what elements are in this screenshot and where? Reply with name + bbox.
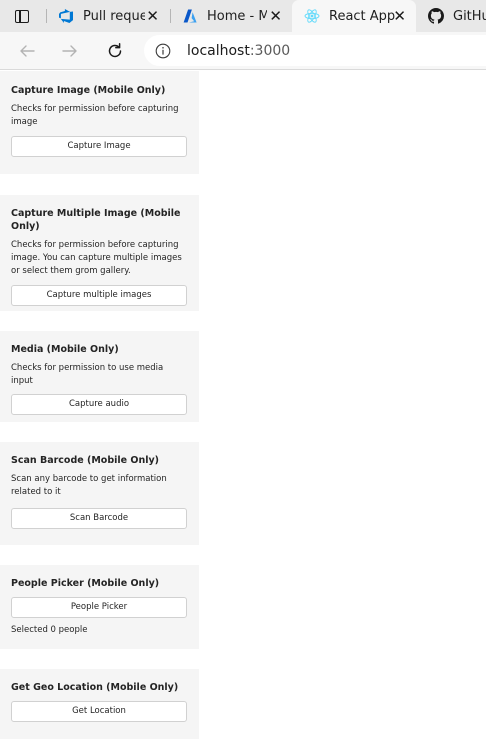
tab-react-app[interactable]: React App ✕ [292, 0, 416, 32]
card-title: Capture Image (Mobile Only) [11, 85, 166, 96]
people-picker-button[interactable]: People Picker [11, 597, 187, 618]
azure-devops-icon [58, 8, 74, 24]
tab-github[interactable]: GitHub [416, 0, 486, 32]
capture-multiple-image-card: Capture Multiple Image (Mobile Only) Che… [0, 195, 199, 311]
tab-title: Pull reque [83, 8, 145, 24]
back-arrow-icon [20, 45, 35, 57]
tab-title: Home - Mi [207, 8, 267, 24]
tab-home[interactable]: Home - Mi ✕ [170, 0, 292, 32]
card-description: Checks for permission to use media input [11, 363, 164, 386]
scan-barcode-card: Scan Barcode (Mobile Only) Scan any barc… [0, 442, 199, 545]
media-card: Media (Mobile Only) Checks for permissio… [0, 331, 199, 422]
capture-image-button[interactable]: Capture Image [11, 136, 187, 157]
react-icon [304, 8, 320, 24]
tab-pull-request[interactable]: Pull reque ✕ [46, 0, 169, 32]
close-tab-icon[interactable]: ✕ [146, 8, 159, 24]
card-title: People Picker (Mobile Only) [11, 578, 160, 589]
url-port: :3000 [249, 42, 291, 59]
url-host: localhost [187, 42, 250, 59]
tab-actions-icon [15, 9, 29, 23]
close-tab-icon[interactable]: ✕ [269, 8, 282, 24]
card-description: Checks for permission before capturing i… [11, 240, 182, 276]
github-icon [428, 8, 444, 24]
people-picker-card: People Picker (Mobile Only) People Picke… [0, 565, 199, 649]
back-button[interactable] [15, 39, 39, 63]
site-info-icon[interactable] [155, 43, 171, 59]
tab-actions-button[interactable] [0, 0, 44, 32]
tab-title: GitHub [453, 8, 486, 24]
refresh-icon [108, 43, 122, 58]
address-bar[interactable]: localhost:3000 [144, 35, 486, 66]
browser-toolbar: localhost:3000 [0, 32, 486, 70]
tab-strip: Pull reque ✕ Home - Mi ✕ React App ✕ Git… [0, 0, 486, 32]
card-title: Get Geo Location (Mobile Only) [11, 682, 179, 693]
capture-multiple-images-button[interactable]: Capture multiple images [11, 285, 187, 306]
card-title: Capture Multiple Image (Mobile Only) [11, 208, 181, 232]
azure-icon [182, 8, 198, 24]
card-title: Media (Mobile Only) [11, 344, 119, 355]
card-description: Checks for permission before capturing i… [11, 104, 179, 127]
people-selected-status: Selected 0 people [11, 625, 88, 635]
capture-audio-button[interactable]: Capture audio [11, 394, 187, 415]
forward-arrow-icon [62, 45, 77, 57]
forward-button[interactable] [58, 39, 82, 63]
close-tab-icon[interactable]: ✕ [393, 8, 406, 24]
card-title: Scan Barcode (Mobile Only) [11, 455, 160, 466]
geo-location-card: Get Geo Location (Mobile Only) Get Locat… [0, 669, 199, 739]
address-url: localhost:3000 [187, 43, 290, 59]
scan-barcode-button[interactable]: Scan Barcode [11, 508, 187, 529]
get-location-button[interactable]: Get Location [11, 701, 187, 722]
card-description: Scan any barcode to get information rela… [11, 474, 167, 497]
refresh-button[interactable] [103, 39, 127, 63]
tab-title: React App [329, 8, 396, 24]
capture-image-card: Capture Image (Mobile Only) Checks for p… [0, 71, 199, 174]
